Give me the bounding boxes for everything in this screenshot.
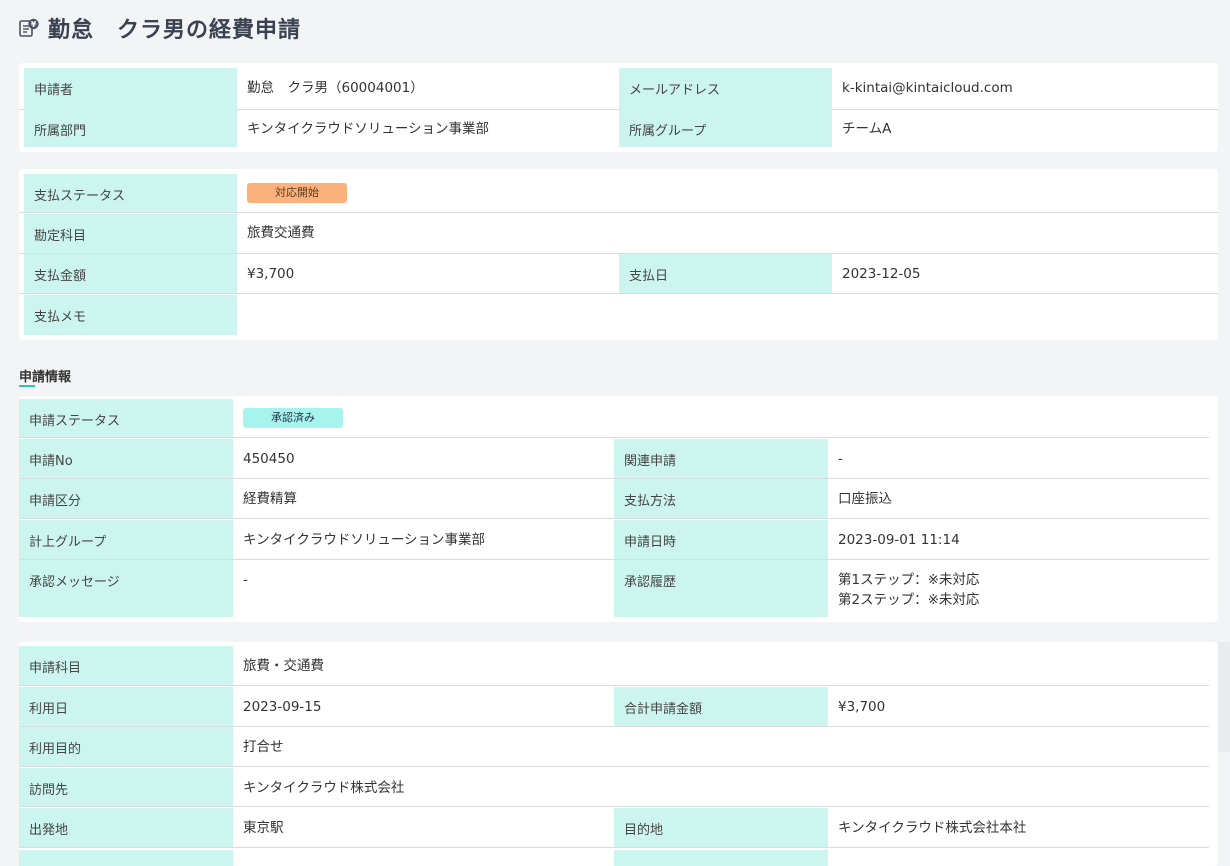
payment-date-value: 2023-12-05 [842, 266, 921, 282]
approval-history-step1: 第1ステップ：※未対応 [838, 572, 980, 588]
app-status-cell: 承認済み [233, 399, 353, 437]
app-group-label: 計上グループ [19, 520, 233, 559]
app-no-label: 申請No [19, 439, 233, 478]
section-heading: 申請情報 [19, 370, 72, 385]
applicant-card: 申請者 勤怠 クラ男（60004001） メールアドレス k-kintai@ki… [19, 63, 1218, 152]
approval-message-label: 承認メッセージ [19, 560, 233, 617]
payment-card: 支払ステータス 対応開始 勘定科目 旅費交通費 支払金額 ¥3,700 支払日 … [19, 169, 1218, 340]
detail-card: 申請科目 旅費・交通費 利用日 2023-09-15 合計申請金額 ¥3,700… [19, 642, 1218, 866]
payment-status-badge: 対応開始 [247, 183, 347, 203]
memo-row: 支払メモ [19, 295, 1218, 335]
visit-label: 訪問先 [19, 768, 233, 806]
departure-value: 東京駅 [243, 820, 284, 836]
approval-message-value: - [243, 572, 248, 588]
app-datetime-value: 2023-09-01 11:14 [838, 532, 960, 548]
amount-row: 支払金額 ¥3,700 支払日 2023-12-05 [19, 254, 1218, 294]
memo-label: 支払メモ [24, 295, 237, 335]
email-label: メールアドレス [619, 68, 832, 109]
purpose-row: 利用目的 打合せ [19, 727, 1209, 767]
app-category-label: 申請区分 [19, 479, 233, 518]
subject-value: 旅費・交通費 [243, 658, 324, 674]
account-row: 勘定科目 旅費交通費 [19, 213, 1218, 254]
pay-method-label: 支払方法 [614, 479, 828, 518]
total-amount-value: ¥3,700 [838, 699, 886, 715]
app-datetime-label: 申請日時 [614, 520, 828, 559]
approval-history-label: 承認履歴 [614, 560, 828, 617]
destination-label: 目的地 [614, 808, 828, 847]
approval-history-value: 第1ステップ：※未対応 第2ステップ：※未対応 [828, 560, 989, 617]
applicant-value: 勤怠 クラ男（60004001） [247, 80, 424, 96]
next-row-partial [19, 850, 1209, 866]
group-value: チームA [842, 121, 892, 137]
purpose-value: 打合せ [243, 739, 284, 755]
subject-row: 申請科目 旅費・交通費 [19, 646, 1209, 686]
destination-value: キンタイクラウド株式会社本社 [838, 820, 1027, 836]
section-underline [19, 385, 35, 387]
next-row-spacer [233, 850, 614, 866]
related-value: - [838, 451, 843, 467]
visit-value: キンタイクラウド株式会社 [243, 780, 405, 796]
pay-method-value: 口座振込 [838, 491, 892, 507]
memo-value [237, 295, 257, 335]
account-label: 勘定科目 [24, 214, 237, 253]
payment-status-label: 支払ステータス [24, 174, 237, 212]
payment-status-row: 支払ステータス 対応開始 [19, 174, 1218, 213]
payment-status-cell: 対応開始 [237, 174, 357, 212]
departure-label: 出発地 [19, 808, 233, 847]
applicant-row: 申請者 勤怠 クラ男（60004001） メールアドレス k-kintai@ki… [19, 68, 1218, 110]
account-value: 旅費交通費 [247, 225, 315, 241]
app-no-value: 450450 [243, 451, 295, 467]
purpose-label: 利用目的 [19, 727, 233, 766]
svg-text:¥: ¥ [31, 20, 37, 29]
app-category-row: 申請区分 経費精算 支払方法 口座振込 [19, 479, 1209, 519]
total-amount-label: 合計申請金額 [614, 687, 828, 726]
group-label: 所属グループ [619, 109, 832, 147]
app-group-value: キンタイクラウドソリューション事業部 [243, 532, 486, 548]
app-message-row: 承認メッセージ - 承認履歴 第1ステップ：※未対応 第2ステップ：※未対応 [19, 560, 1209, 617]
payment-date-label: 支払日 [619, 254, 832, 293]
use-date-label: 利用日 [19, 687, 233, 726]
app-status-row: 申請ステータス 承認済み [19, 399, 1209, 438]
app-no-row: 申請No 450450 関連申請 - [19, 439, 1209, 479]
email-value: k-kintai@kintaicloud.com [842, 80, 1013, 96]
application-card: 申請ステータス 承認済み 申請No 450450 関連申請 - 申請区分 経費精… [19, 396, 1218, 622]
amount-label: 支払金額 [24, 254, 237, 293]
next-row-label [19, 850, 233, 866]
related-label: 関連申請 [614, 439, 828, 478]
visit-row: 訪問先 キンタイクラウド株式会社 [19, 768, 1209, 807]
app-status-label: 申請ステータス [19, 399, 233, 437]
app-group-row: 計上グループ キンタイクラウドソリューション事業部 申請日時 2023-09-0… [19, 520, 1209, 560]
applicant-label: 申請者 [24, 68, 237, 109]
use-date-value: 2023-09-15 [243, 699, 322, 715]
app-category-value: 経費精算 [243, 491, 297, 507]
next-row-label-2 [614, 850, 828, 866]
route-row: 出発地 東京駅 目的地 キンタイクラウド株式会社本社 [19, 808, 1209, 848]
approval-history-step2: 第2ステップ：※未対応 [838, 592, 980, 608]
receipt-yen-icon: ¥ [18, 17, 40, 39]
department-row: 所属部門 キンタイクラウドソリューション事業部 所属グループ チームA [19, 109, 1218, 147]
amount-value: ¥3,700 [247, 266, 295, 282]
page-header: ¥ 勤怠 クラ男の経費申請 [18, 12, 301, 44]
department-label: 所属部門 [24, 109, 237, 147]
app-status-badge: 承認済み [243, 408, 343, 428]
subject-label: 申請科目 [19, 646, 233, 685]
department-value: キンタイクラウドソリューション事業部 [247, 121, 490, 137]
scrollbar[interactable] [1218, 642, 1230, 752]
page-title: 勤怠 クラ男の経費申請 [48, 18, 302, 43]
use-date-row: 利用日 2023-09-15 合計申請金額 ¥3,700 [19, 687, 1209, 727]
